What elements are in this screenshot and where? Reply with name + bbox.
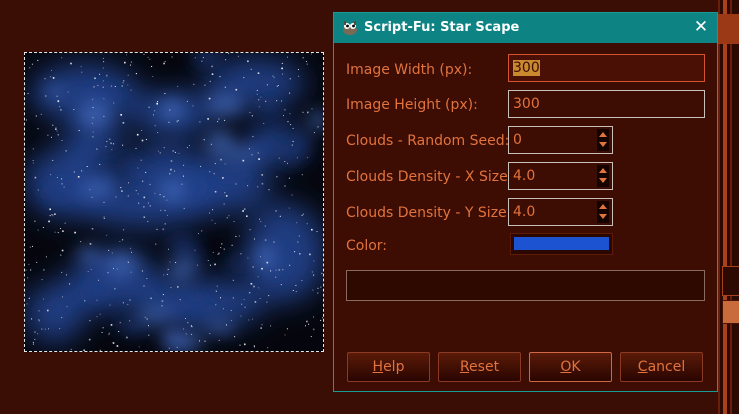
- random-seed-value: 0: [513, 132, 522, 148]
- image-height-value: 300: [513, 96, 540, 112]
- color-label: Color:: [346, 238, 388, 254]
- dialog-title: Script-Fu: Star Scape: [364, 20, 520, 35]
- spin-arrows[interactable]: [597, 201, 609, 223]
- dock-tab[interactable]: [718, 14, 739, 44]
- density-y-spinbox[interactable]: 4.0: [508, 198, 613, 226]
- image-height-label: Image Height (px):: [346, 97, 478, 113]
- cancel-label: ancel: [647, 359, 686, 375]
- gimp-wilber-icon: [343, 21, 357, 35]
- cancel-button[interactable]: Cancel: [620, 352, 703, 382]
- spin-down-icon[interactable]: [599, 214, 607, 219]
- random-seed-spinbox[interactable]: 0: [508, 126, 613, 154]
- spin-arrows[interactable]: [597, 129, 609, 151]
- density-y-value: 4.0: [513, 204, 536, 220]
- image-width-value: 300: [513, 60, 540, 76]
- help-label: elp: [383, 359, 405, 375]
- spin-arrows[interactable]: [597, 165, 609, 187]
- density-x-value: 4.0: [513, 168, 536, 184]
- cancel-mnemonic: C: [637, 359, 648, 375]
- help-button[interactable]: Help: [347, 352, 430, 382]
- density-y-label: Clouds Density - Y Size:: [346, 205, 512, 221]
- random-seed-label: Clouds - Random Seed:: [346, 133, 510, 149]
- reset-button[interactable]: Reset: [438, 352, 521, 382]
- image-width-label: Image Width (px):: [346, 62, 473, 78]
- ok-label: K: [571, 359, 581, 375]
- help-mnemonic: H: [372, 359, 384, 375]
- density-x-spinbox[interactable]: 4.0: [508, 162, 613, 190]
- spin-up-icon[interactable]: [599, 132, 607, 137]
- color-swatch: [514, 237, 609, 250]
- dialog-titlebar[interactable]: Script-Fu: Star Scape ✕: [334, 13, 717, 43]
- image-height-field[interactable]: 300: [508, 90, 705, 118]
- dock-scroll-area[interactable]: [722, 266, 739, 296]
- ok-mnemonic: O: [560, 359, 572, 375]
- dock-scroll-handle[interactable]: [722, 300, 739, 324]
- script-fu-dialog: Script-Fu: Star Scape ✕ Image Width (px)…: [333, 12, 718, 392]
- spin-down-icon[interactable]: [599, 178, 607, 183]
- ok-button[interactable]: OK: [529, 352, 612, 382]
- reset-mnemonic: R: [459, 359, 470, 375]
- starscape-preview-image: [25, 53, 323, 351]
- close-icon[interactable]: ✕: [693, 19, 709, 36]
- reset-label: eset: [469, 359, 500, 375]
- color-button[interactable]: [510, 233, 613, 255]
- image-width-field[interactable]: 300: [508, 54, 705, 82]
- spin-up-icon[interactable]: [599, 168, 607, 173]
- progress-bar: [346, 270, 705, 301]
- image-canvas[interactable]: [24, 52, 324, 352]
- dock-panel-edge: [718, 0, 739, 414]
- spin-up-icon[interactable]: [599, 204, 607, 209]
- density-x-label: Clouds Density - X Size:: [346, 169, 513, 185]
- spin-down-icon[interactable]: [599, 142, 607, 147]
